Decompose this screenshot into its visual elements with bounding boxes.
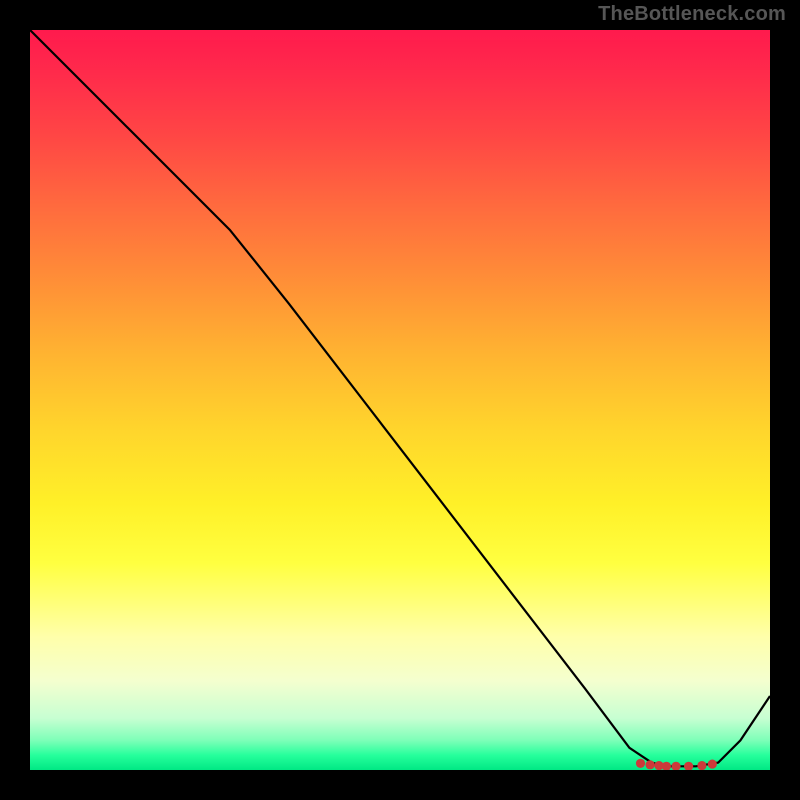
optimal-dot [662,762,671,770]
optimal-dot [697,761,706,770]
optimal-dot [708,759,717,768]
optimal-dot [636,759,645,768]
bottleneck-curve [30,30,770,766]
optimal-dot [646,760,655,769]
optimal-dot [671,762,680,770]
watermark-text: TheBottleneck.com [598,3,786,26]
chart-area [30,30,770,770]
chart-svg [30,30,770,770]
optimal-dot [684,762,693,770]
